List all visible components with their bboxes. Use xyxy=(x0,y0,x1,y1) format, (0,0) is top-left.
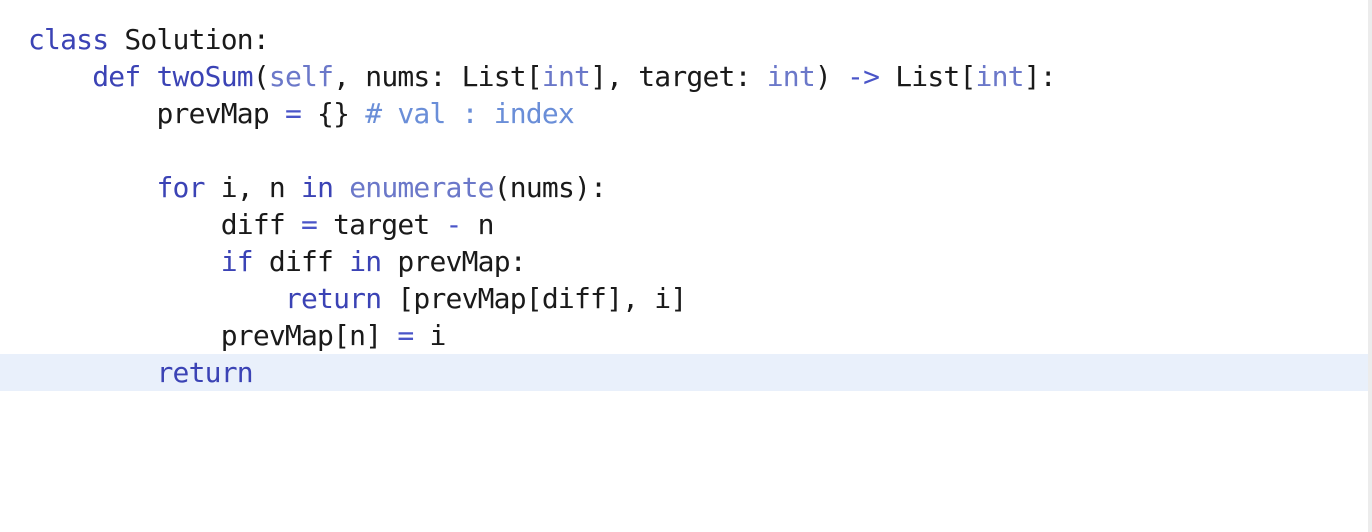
code-token-keyword: return xyxy=(156,356,253,389)
code-area[interactable]: class Solution: def twoSum(self, nums: L… xyxy=(0,21,1368,391)
code-token-builtin: self xyxy=(268,60,334,93)
code-token-text: diff xyxy=(220,208,301,241)
code-token-keyword: return xyxy=(284,282,382,315)
code-token-keyword: for xyxy=(156,171,205,204)
code-line[interactable] xyxy=(0,132,1368,169)
code-line[interactable]: return [prevMap[diff], i] xyxy=(0,280,1368,317)
code-line[interactable]: diff = target - n xyxy=(0,206,1368,243)
code-token-operator: -> xyxy=(847,60,880,93)
code-token-text: prevMap xyxy=(156,97,285,130)
code-token-builtin: enumerate xyxy=(349,171,494,204)
code-token-text: prevMap: xyxy=(381,245,526,278)
code-token-text: ]: xyxy=(1023,60,1057,93)
code-token-keyword: in xyxy=(301,171,334,204)
code-token-text: {} xyxy=(301,97,366,130)
code-token-text: List[ xyxy=(879,60,976,93)
code-token-operator: = xyxy=(284,97,302,130)
code-line[interactable]: if diff in prevMap: xyxy=(0,243,1368,280)
code-token-text: i, n xyxy=(204,171,302,204)
code-line[interactable]: prevMap[n] = i xyxy=(0,317,1368,354)
code-token-text: ( xyxy=(252,60,270,93)
code-editor[interactable]: class Solution: def twoSum(self, nums: L… xyxy=(0,0,1372,532)
code-token-text: target xyxy=(317,208,446,241)
code-token-keyword: def xyxy=(92,60,141,93)
code-token-text: prevMap[n] xyxy=(220,319,398,352)
code-token-text: ) xyxy=(814,60,848,93)
editor-right-edge xyxy=(1368,0,1372,532)
code-token-text: , nums: List[ xyxy=(333,60,543,93)
code-line[interactable]: def twoSum(self, nums: List[int], target… xyxy=(0,58,1368,95)
code-line[interactable]: class Solution: xyxy=(0,21,1368,58)
code-token-builtin: int xyxy=(541,60,591,93)
code-line-current[interactable]: return xyxy=(0,354,1368,391)
code-token-text: ], target: xyxy=(590,60,767,93)
code-token-text: Solution: xyxy=(108,23,269,56)
code-token-text: [prevMap[diff], i] xyxy=(381,282,687,315)
code-token-comment: # val : index xyxy=(365,97,575,130)
code-token-builtin: int xyxy=(766,60,816,93)
code-token-text: diff xyxy=(252,245,350,278)
code-token-operator: = xyxy=(301,208,318,241)
code-line[interactable]: prevMap = {} # val : index xyxy=(0,95,1368,132)
code-token-keyword: twoSum xyxy=(156,60,253,93)
code-token-keyword: if xyxy=(220,245,254,278)
code-token-keyword: in xyxy=(349,245,382,278)
code-line[interactable]: for i, n in enumerate(nums): xyxy=(0,169,1368,206)
code-token-keyword: class xyxy=(28,23,109,56)
code-token-operator: = xyxy=(397,319,414,352)
code-token-text: i xyxy=(413,319,446,352)
code-token-text: n xyxy=(461,208,495,241)
code-token-builtin: int xyxy=(975,60,1025,93)
code-token-text: (nums): xyxy=(493,171,607,204)
code-token-operator: - xyxy=(445,208,463,241)
